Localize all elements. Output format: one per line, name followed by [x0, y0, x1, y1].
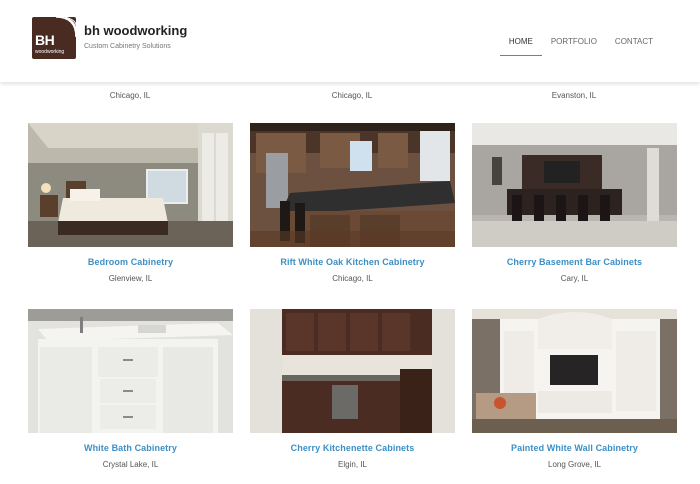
card-title[interactable]: Cherry Basement Bar Cabinets [472, 257, 677, 267]
portfolio-card-kitchenette[interactable]: Cherry Kitchenette Cabinets Elgin, IL [250, 309, 455, 469]
logo-monogram: BH [35, 32, 55, 48]
card-title[interactable]: Rift White Oak Kitchen Cabinetry [250, 257, 455, 267]
kitchen-photo[interactable] [250, 123, 455, 247]
portfolio-card-bedroom[interactable]: Bedroom Cabinetry Glenview, IL [28, 123, 233, 283]
card-title[interactable]: Cherry Kitchenette Cabinets [250, 443, 455, 453]
card-title[interactable]: Painted White Wall Cabinetry [472, 443, 677, 453]
card-location: Long Grove, IL [548, 460, 601, 469]
brand-logo[interactable]: BH woodworking [32, 17, 76, 59]
bar-photo[interactable] [472, 123, 677, 247]
portfolio-card-bar[interactable]: Cherry Basement Bar Cabinets Cary, IL [472, 123, 677, 283]
logo-subtext: woodworking [35, 49, 65, 55]
brand-name[interactable]: bh woodworking [84, 23, 187, 38]
card-location: Crystal Lake, IL [102, 460, 159, 469]
portfolio-card-wallunit[interactable]: Painted White Wall Cabinetry Long Grove,… [472, 309, 677, 469]
brand-tagline: Custom Cabinetry Solutions [84, 43, 171, 50]
site-header: BH woodworking bh woodworking Custom Cab… [0, 0, 700, 82]
bedroom-photo[interactable] [28, 123, 233, 247]
card-title[interactable]: Bedroom Cabinetry [28, 257, 233, 267]
portfolio-card-kitchen[interactable]: Rift White Oak Kitchen Cabinetry Chicago… [250, 123, 455, 283]
card-location: Chicago, IL [331, 91, 373, 100]
main-nav: HOME PORTFOLIO CONTACT [499, 36, 662, 56]
card-location: Cary, IL [560, 274, 589, 283]
card-location: Chicago, IL [332, 274, 373, 283]
card-location: Chicago, IL [109, 91, 151, 100]
card-location: Glenview, IL [108, 274, 153, 283]
bath-photo[interactable] [28, 309, 233, 433]
nav-portfolio[interactable]: PORTFOLIO [542, 36, 606, 56]
wall-unit-photo[interactable] [472, 309, 677, 433]
nav-home[interactable]: HOME [499, 36, 542, 56]
card-title[interactable]: White Bath Cabinetry [28, 443, 233, 453]
nav-contact[interactable]: CONTACT [606, 36, 662, 56]
card-location: Elgin, IL [338, 460, 367, 469]
card-location: Evanston, IL [551, 91, 597, 100]
kitchenette-photo[interactable] [250, 309, 455, 433]
portfolio-card-bath[interactable]: White Bath Cabinetry Crystal Lake, IL [28, 309, 233, 469]
